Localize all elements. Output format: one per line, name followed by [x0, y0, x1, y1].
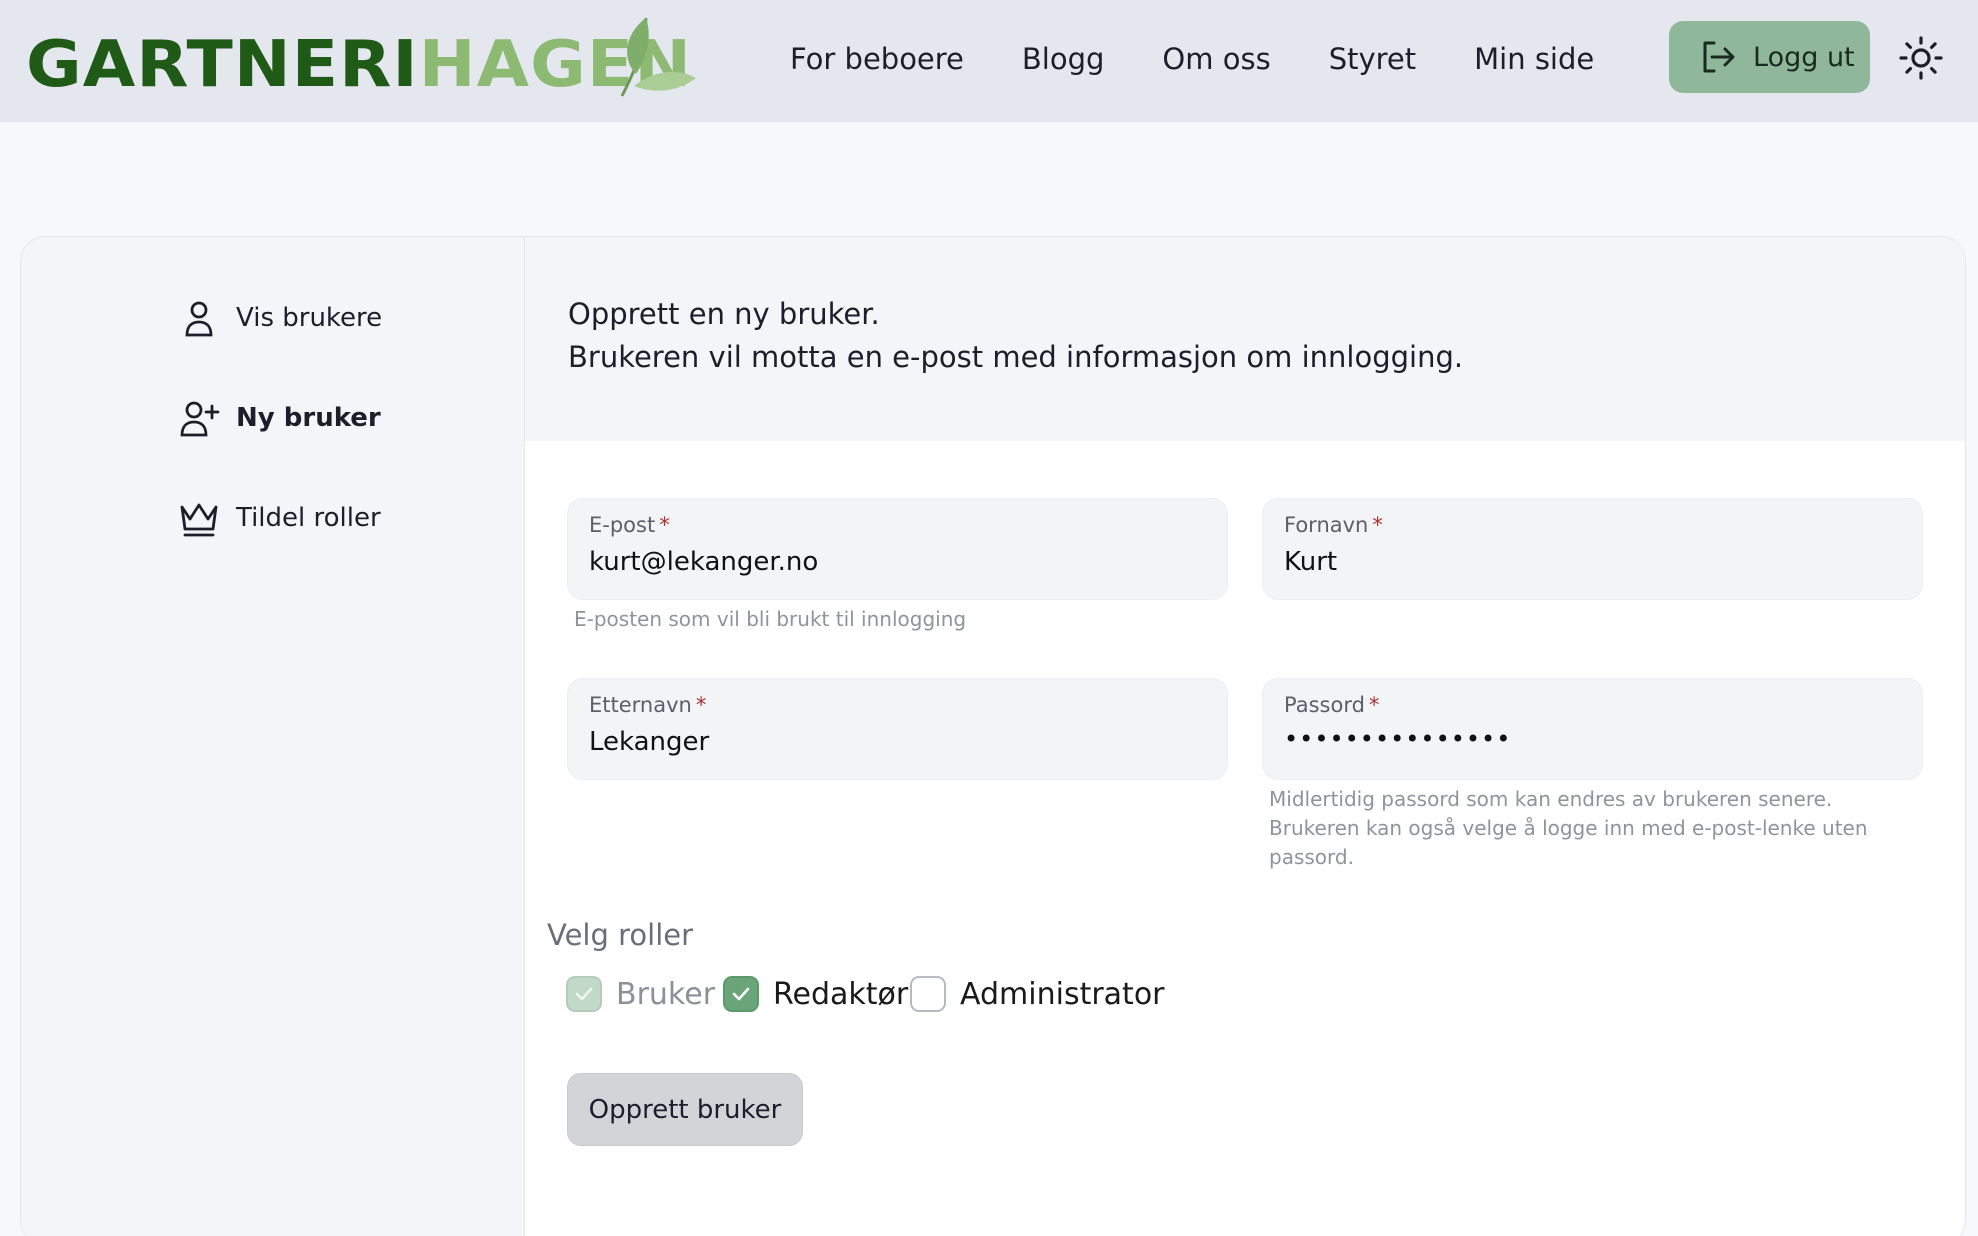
checkbox-bruker[interactable]: [566, 976, 602, 1012]
main-nav: For beboere Blogg Om oss Styret Min side: [790, 34, 1594, 84]
nav-min-side[interactable]: Min side: [1474, 34, 1594, 84]
required-mark: *: [1368, 693, 1380, 717]
role-bruker[interactable]: Bruker: [566, 972, 715, 1016]
sidebar-item-label: Ny bruker: [236, 403, 381, 433]
check-icon: [575, 987, 593, 1001]
user-icon: [185, 301, 213, 337]
first-name-label-wrap: Fornavn *: [1284, 513, 1383, 537]
password-field[interactable]: Passord * •••••••••••••••: [1262, 678, 1923, 780]
nav-styret[interactable]: Styret: [1329, 34, 1416, 84]
leaf-icon: [620, 17, 696, 97]
logo-wordmark: GARTNERIHAGEN: [26, 30, 692, 100]
last-name-value: Lekanger: [589, 727, 710, 757]
password-help-line: Brukeren kan også velge å logge inn med …: [1269, 816, 1868, 840]
intro-section: Opprett en ny bruker. Brukeren vil motta…: [525, 237, 1965, 441]
top-header: GARTNERIHAGEN For beboere Blogg Om oss S…: [0, 0, 1978, 122]
sidebar-item-ny-bruker[interactable]: Ny bruker: [178, 393, 381, 443]
logout-label: Logg ut: [1753, 41, 1855, 73]
password-help-line: Midlertidig passord som kan endres av br…: [1269, 787, 1833, 811]
intro-description: Brukeren vil motta en e-post med informa…: [568, 340, 1464, 374]
logo-part-1: GARTNERI: [26, 28, 419, 102]
nav-om-oss[interactable]: Om oss: [1162, 34, 1270, 84]
checkbox-administrator[interactable]: [910, 976, 946, 1012]
required-mark: *: [1372, 513, 1383, 537]
role-label: Bruker: [616, 976, 716, 1012]
email-help: E-posten som vil bli brukt til innloggin…: [574, 607, 967, 631]
roles-title: Velg roller: [547, 918, 694, 952]
first-name-field[interactable]: Fornavn * Kurt: [1262, 498, 1923, 600]
password-label: Passord: [1284, 693, 1365, 717]
email-field[interactable]: E-post * kurt@lekanger.no: [567, 498, 1228, 600]
checkbox-redaktor[interactable]: [723, 976, 759, 1012]
email-value: kurt@lekanger.no: [589, 547, 819, 577]
sidebar-item-label: Vis brukere: [236, 303, 383, 333]
last-name-label: Etternavn: [589, 693, 692, 717]
sidebar-item-tildel-roller[interactable]: Tildel roller: [178, 493, 381, 543]
logout-button[interactable]: Logg ut: [1669, 21, 1870, 93]
site-logo[interactable]: GARTNERIHAGEN: [26, 12, 696, 102]
sidebar-item-vis-brukere[interactable]: Vis brukere: [178, 293, 382, 343]
first-name-label: Fornavn: [1284, 513, 1369, 537]
create-user-button[interactable]: Opprett bruker: [567, 1073, 803, 1146]
check-icon: [732, 987, 750, 1001]
last-name-field[interactable]: Etternavn * Lekanger: [567, 678, 1228, 780]
last-name-label-wrap: Etternavn *: [589, 693, 706, 717]
sidebar: Vis brukere Ny bruker Tildel roller: [21, 237, 525, 1236]
sidebar-item-label: Tildel roller: [236, 503, 381, 533]
password-help: Midlertidig passord som kan endres av br…: [1269, 785, 1868, 872]
create-user-label: Opprett bruker: [588, 1094, 782, 1125]
first-name-value: Kurt: [1284, 547, 1338, 577]
nav-blogg[interactable]: Blogg: [1022, 34, 1105, 84]
nav-for-beboere[interactable]: For beboere: [790, 34, 964, 84]
role-administrator[interactable]: Administrator: [910, 972, 1165, 1016]
logout-icon: [1703, 41, 1735, 73]
required-mark: *: [659, 513, 670, 537]
password-value: •••••••••••••••: [1284, 725, 1512, 753]
email-label: E-post: [589, 513, 656, 537]
role-redaktor[interactable]: Redaktør: [723, 972, 908, 1016]
intro-title: Opprett en ny bruker.: [568, 297, 880, 331]
email-label-wrap: E-post *: [589, 513, 670, 537]
role-label: Redaktør: [773, 976, 909, 1012]
crown-icon: [180, 503, 218, 537]
password-help-line: passord.: [1269, 845, 1354, 869]
required-mark: *: [695, 693, 707, 717]
sun-icon[interactable]: [1897, 34, 1945, 82]
role-label: Administrator: [960, 976, 1165, 1012]
user-plus-icon: [180, 401, 220, 437]
password-label-wrap: Passord *: [1284, 693, 1379, 717]
